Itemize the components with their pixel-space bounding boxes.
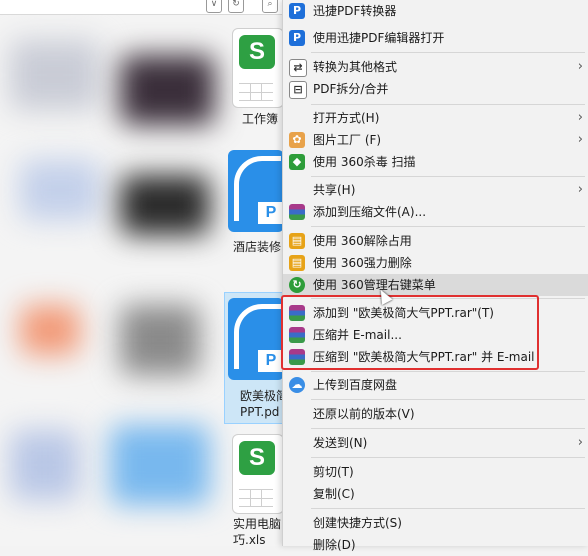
file-name-line1[interactable]: 实用电脑: [233, 516, 281, 532]
menu-item-convert-format[interactable]: ⇄ 转换为其他格式 ›: [283, 56, 588, 78]
picture-factory-icon: ✿: [289, 132, 305, 148]
file-name[interactable]: 酒店装修: [233, 239, 281, 255]
dropdown-icon[interactable]: ∨: [206, 0, 222, 13]
menu-item-pdf-editor[interactable]: P 使用迅捷PDF编辑器打开: [283, 27, 588, 49]
menu-separator: [311, 176, 585, 177]
360-shred-icon: ▤: [289, 255, 305, 271]
blurred-thumbnail: [20, 160, 100, 220]
explorer-toolbar: ∨ ↻ ⌕: [0, 0, 282, 15]
file-thumbnail-pdf[interactable]: P: [228, 298, 284, 380]
menu-item-360-shred[interactable]: ▤ 使用 360强力删除: [283, 252, 588, 274]
menu-item-pdf-converter[interactable]: P 迅捷PDF转换器: [283, 0, 588, 22]
menu-item-copy[interactable]: 复制(C): [283, 483, 588, 505]
menu-item-cut[interactable]: 剪切(T): [283, 461, 588, 483]
menu-item-360-unlock[interactable]: ▤ 使用 360解除占用: [283, 230, 588, 252]
refresh-icon[interactable]: ↻: [228, 0, 244, 13]
menu-separator: [311, 457, 585, 458]
spreadsheet-logo-icon: S: [239, 441, 275, 475]
grid-icon: [239, 83, 273, 101]
blurred-thumbnail: [110, 425, 210, 505]
menu-item-send-to[interactable]: 发送到(N) ›: [283, 432, 588, 454]
baidu-netdisk-icon: ☁: [289, 377, 305, 393]
menu-item-add-to-archive[interactable]: 添加到压缩文件(A)...: [283, 201, 588, 223]
highlight-box: [281, 295, 539, 370]
360-menu-icon: ↻: [289, 277, 305, 293]
360-unlock-icon: ▤: [289, 233, 305, 249]
menu-item-delete[interactable]: 删除(D): [283, 534, 588, 556]
spreadsheet-logo-icon: S: [239, 35, 275, 69]
file-name-line1[interactable]: 欧美极简: [240, 388, 288, 404]
menu-item-open-with[interactable]: 打开方式(H) ›: [283, 107, 588, 129]
blurred-thumbnail: [20, 305, 80, 355]
menu-item-restore-versions[interactable]: 还原以前的版本(V): [283, 403, 588, 425]
menu-item-baidu-upload[interactable]: ☁ 上传到百度网盘: [283, 374, 588, 396]
file-name-line2[interactable]: PPT.pd: [240, 404, 279, 420]
submenu-arrow-icon: ›: [577, 182, 583, 197]
blurred-thumbnail: [120, 55, 215, 125]
submenu-arrow-icon: ›: [577, 59, 583, 74]
menu-separator: [311, 226, 585, 227]
winrar-icon: [289, 204, 305, 220]
file-name[interactable]: 工作簿: [242, 111, 278, 127]
360-antivirus-icon: ◆: [289, 154, 305, 170]
blurred-thumbnail: [10, 430, 80, 500]
context-menu: P 迅捷PDF转换器 P 使用迅捷PDF编辑器打开 ⇄ 转换为其他格式 › ⊟ …: [282, 0, 588, 552]
blurred-thumbnail: [10, 40, 100, 110]
submenu-arrow-icon: ›: [577, 435, 583, 450]
menu-separator: [311, 428, 585, 429]
file-thumbnail-xls[interactable]: S: [232, 28, 284, 108]
menu-separator: [311, 399, 585, 400]
menu-item-360-scan[interactable]: ◆ 使用 360杀毒 扫描: [283, 151, 588, 173]
pdf-converter-icon: P: [289, 3, 305, 19]
menu-item-360-context-menu[interactable]: ↻ 使用 360管理右键菜单: [283, 274, 588, 296]
file-thumbnail-xls[interactable]: S: [232, 434, 284, 514]
menu-separator: [311, 104, 585, 105]
pdf-editor-icon: P: [289, 30, 305, 46]
menu-separator: [311, 371, 585, 372]
split-merge-icon: ⊟: [289, 81, 307, 99]
menu-item-split-merge[interactable]: ⊟ PDF拆分/合并: [283, 78, 588, 100]
menu-separator: [311, 508, 585, 509]
menu-item-picture-factory[interactable]: ✿ 图片工厂 (F) ›: [283, 129, 588, 151]
grid-icon: [239, 489, 273, 507]
file-thumbnail-pdf[interactable]: P: [228, 150, 284, 232]
pdf-tag-icon: P: [258, 202, 284, 224]
menu-item-create-shortcut[interactable]: 创建快捷方式(S): [283, 512, 588, 534]
blurred-thumbnail: [120, 305, 200, 375]
submenu-arrow-icon: ›: [577, 110, 583, 125]
menu-separator: [311, 52, 585, 53]
blurred-thumbnail: [120, 175, 210, 235]
submenu-arrow-icon: ›: [577, 132, 583, 147]
search-icon[interactable]: ⌕: [262, 0, 278, 13]
menu-item-share[interactable]: 共享(H) ›: [283, 179, 588, 201]
convert-icon: ⇄: [289, 59, 307, 77]
